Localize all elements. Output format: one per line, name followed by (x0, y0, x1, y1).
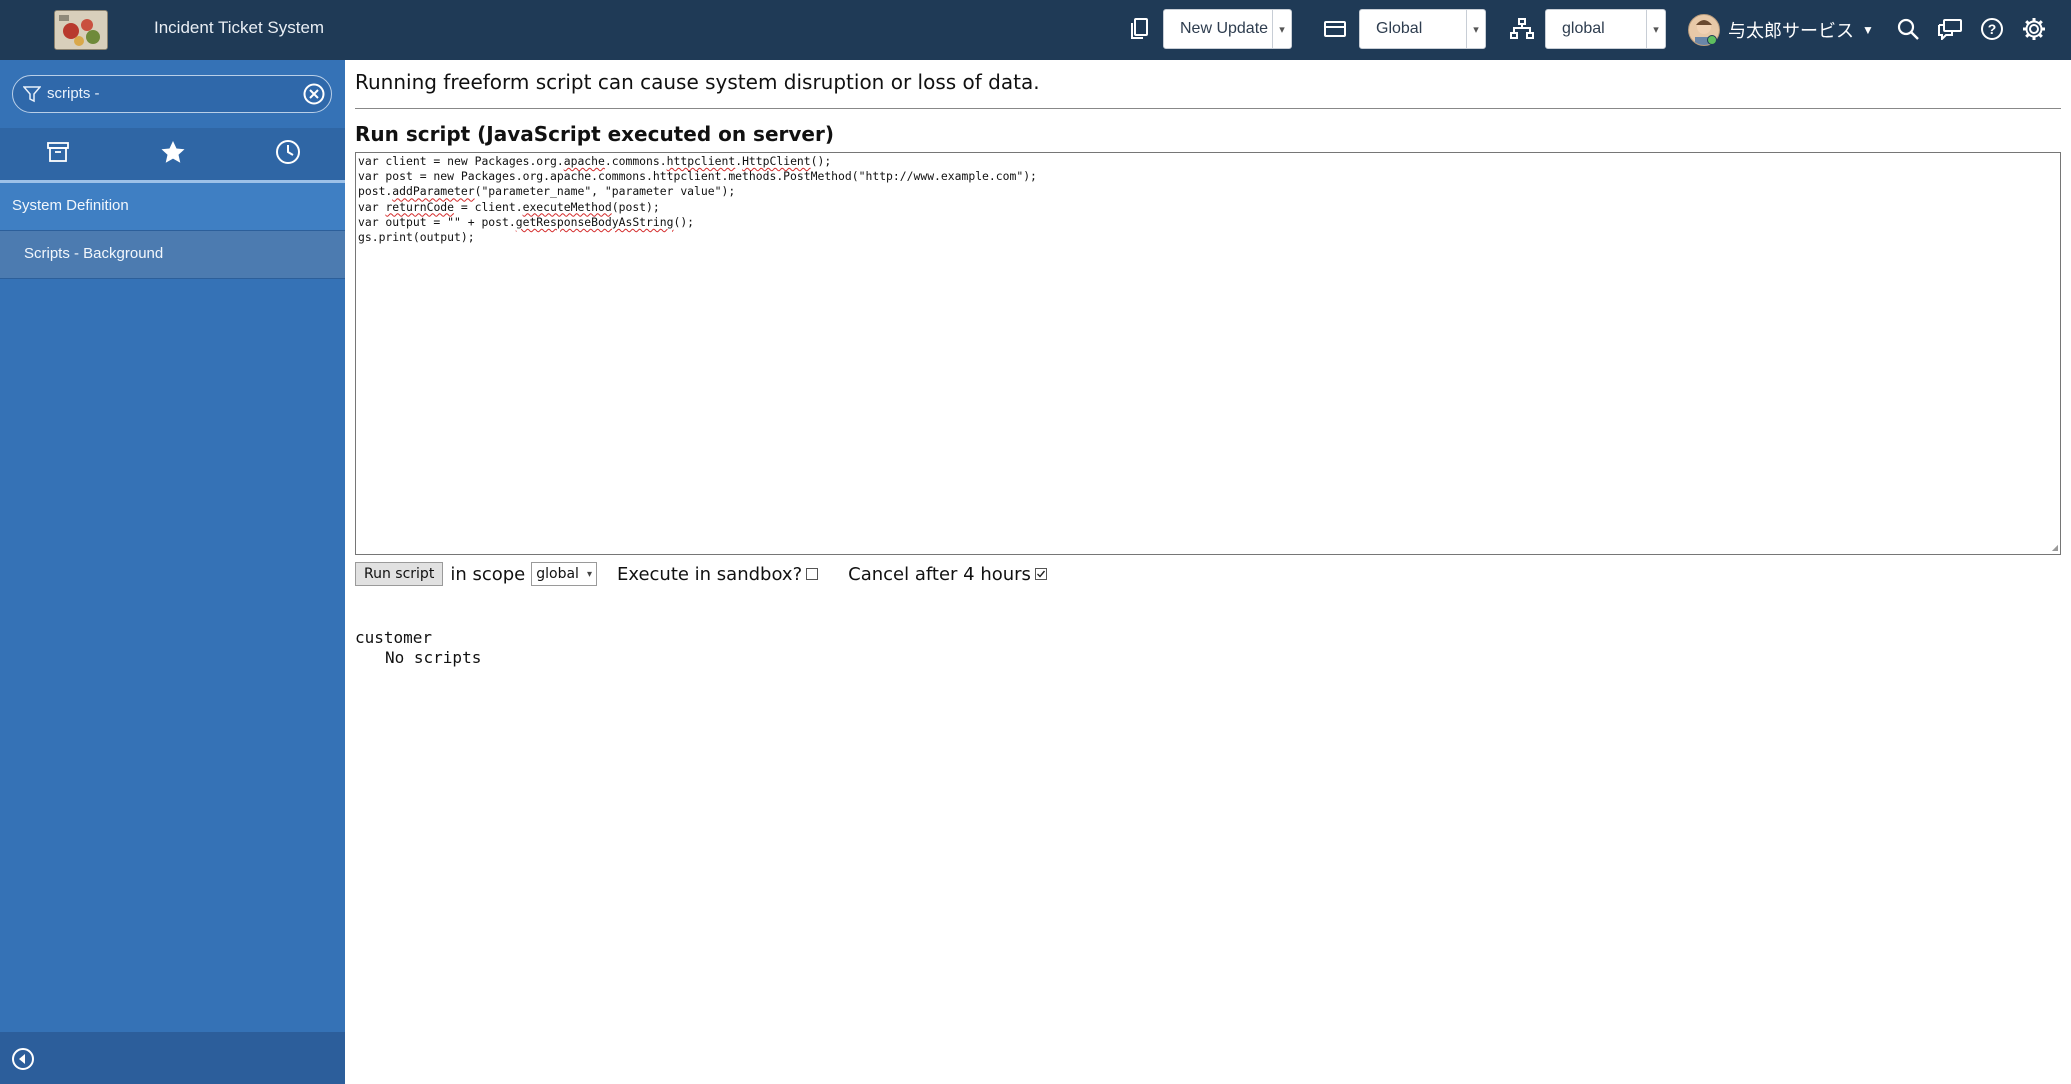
chevron-down-icon: ▾ (586, 568, 592, 580)
sandbox-checkbox[interactable] (806, 568, 819, 580)
tab-history[interactable] (230, 128, 345, 180)
domain-value: global (1562, 20, 1605, 37)
filter-icon (22, 85, 42, 108)
warning-message: Running freeform script can cause system… (355, 70, 1040, 94)
application-scope-select[interactable]: Global ▾ (1359, 9, 1486, 49)
filter-input[interactable]: scripts - (47, 85, 100, 102)
script-code: var client = new Packages.org.apache.com… (358, 154, 1037, 245)
svg-text:?: ? (1988, 21, 1997, 37)
output-message: No scripts (385, 648, 482, 667)
top-header: Incident Ticket System New Update ▾ Glob… (0, 0, 2071, 60)
update-set-value: New Update (1180, 20, 1269, 37)
domain-select[interactable]: global ▾ (1545, 9, 1666, 49)
app-title: Incident Ticket System (154, 18, 325, 37)
user-name: 与太郎サービス (1728, 21, 1854, 41)
script-editor[interactable]: var client = new Packages.org.apache.com… (355, 152, 2061, 555)
output-scope: customer (355, 628, 433, 647)
tab-favorites[interactable] (115, 128, 230, 180)
application-icon[interactable] (1320, 14, 1350, 44)
cancel-checkbox[interactable] (1034, 568, 1047, 580)
clear-icon[interactable] (303, 83, 325, 110)
archive-icon (46, 141, 70, 168)
sidebar-item-scripts-background[interactable]: Scripts - Background (0, 231, 345, 279)
resize-handle[interactable]: ◢ (2052, 543, 2058, 552)
sidebar-item-label: System Definition (12, 197, 129, 214)
online-status-indicator (1707, 35, 1717, 45)
chevron-down-icon: ▾ (1646, 10, 1665, 48)
navigator-tabs (0, 128, 345, 183)
company-logo[interactable] (54, 10, 108, 50)
search-icon[interactable] (1893, 14, 1923, 44)
chevron-down-icon: ▾ (1272, 10, 1291, 48)
chat-icon[interactable] (1935, 14, 1965, 44)
help-icon[interactable]: ? (1977, 14, 2007, 44)
update-set-icon[interactable] (1125, 14, 1155, 44)
chevron-down-icon: ▾ (1466, 10, 1485, 48)
main-content: Running freeform script can cause system… (345, 60, 2071, 1084)
sidebar-item-system-definition[interactable]: System Definition (0, 183, 345, 231)
in-scope-label: in scope (450, 563, 526, 585)
sidebar: scripts - System Definition Scripts - Ba… (0, 60, 345, 1084)
page-title: Run script (JavaScript executed on serve… (355, 122, 834, 146)
application-scope-value: Global (1376, 20, 1423, 37)
scope-select[interactable]: global ▾ (531, 562, 597, 586)
gear-icon[interactable] (2019, 14, 2049, 44)
star-icon (160, 140, 186, 169)
sandbox-label: Execute in sandbox? (616, 563, 803, 585)
domain-icon[interactable] (1507, 14, 1537, 44)
tab-all-applications[interactable] (0, 128, 115, 180)
navigator-filter[interactable]: scripts - (12, 75, 332, 113)
cancel-label: Cancel after 4 hours (848, 563, 1031, 585)
sidebar-footer (0, 1032, 345, 1084)
script-controls: Run script in scope global ▾ Execute in … (355, 562, 1047, 586)
clock-icon (275, 139, 301, 170)
caret-down-icon: ▼ (1862, 23, 1874, 37)
run-script-button[interactable]: Run script (355, 562, 444, 586)
scope-value: global (536, 566, 579, 582)
sidebar-item-label: Scripts - Background (24, 245, 164, 262)
divider (355, 108, 2061, 109)
update-set-select[interactable]: New Update ▾ (1163, 9, 1292, 49)
collapse-icon[interactable] (11, 1047, 35, 1076)
